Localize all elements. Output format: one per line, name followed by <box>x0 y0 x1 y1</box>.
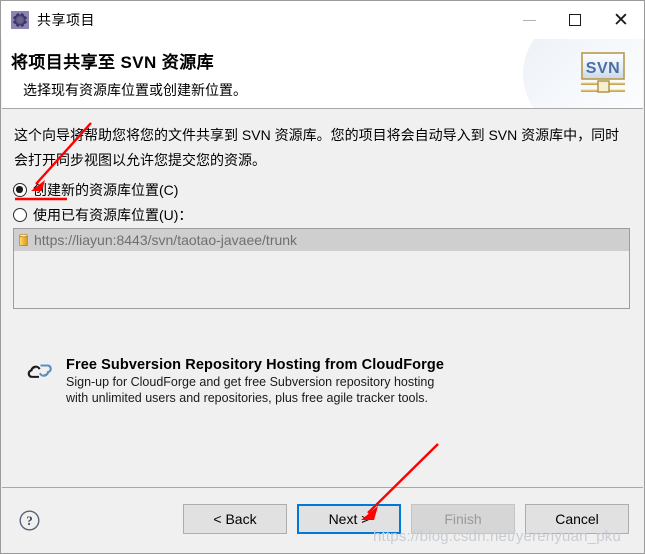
cloudforge-desc-line1: Sign-up for CloudForge and get free Subv… <box>66 375 435 389</box>
radio-create-new-location[interactable]: 创建新的资源库位置(C) <box>13 180 178 200</box>
repository-list[interactable]: https://liayun:8443/svn/taotao-javaee/tr… <box>13 228 630 309</box>
cloud-icon <box>27 364 52 378</box>
page-subtitle: 选择现有资源库位置或创建新位置。 <box>23 82 247 98</box>
dialog-header: 将项目共享至 SVN 资源库 选择现有资源库位置或创建新位置。 SVN <box>2 39 643 109</box>
maximize-button[interactable] <box>552 1 598 39</box>
help-icon[interactable]: ? <box>19 510 40 531</box>
cloudforge-text: Free Subversion Repository Hosting from … <box>66 357 444 406</box>
radio-button-icon-selected <box>13 183 27 197</box>
repository-url: https://liayun:8443/svn/taotao-javaee/tr… <box>34 232 298 248</box>
list-item[interactable]: https://liayun:8443/svn/taotao-javaee/tr… <box>14 229 629 251</box>
watermark-text: https://blog.csdn.net/yerenyuan_pku <box>373 528 621 545</box>
database-icon <box>19 233 28 246</box>
radio-use-existing-location[interactable]: 使用已有资源库位置(U)： <box>13 205 192 225</box>
minimize-button[interactable] <box>506 1 552 39</box>
minimize-icon <box>522 19 536 21</box>
svg-text:SVN: SVN <box>586 60 620 77</box>
close-icon: ✕ <box>613 8 629 31</box>
radio-button-icon-unselected <box>13 208 27 222</box>
close-button[interactable]: ✕ <box>598 1 644 39</box>
page-title: 将项目共享至 SVN 资源库 <box>11 53 215 72</box>
cloudforge-desc-line2: with unlimited users and repositories, p… <box>66 391 428 405</box>
svg-text:?: ? <box>26 513 33 528</box>
share-project-dialog: 共享项目 ✕ 将项目共享至 SVN 资源库 选择现有资源库位置或创建新位置。 S… <box>0 0 645 554</box>
title-bar: 共享项目 ✕ <box>1 1 644 39</box>
window-controls: ✕ <box>506 1 644 39</box>
cloudforge-promo[interactable]: Free Subversion Repository Hosting from … <box>24 357 444 406</box>
radio-use-existing-location-label: 使用已有资源库位置(U)： <box>33 207 193 223</box>
cloudforge-title: Free Subversion Repository Hosting from … <box>66 357 445 373</box>
svn-logo-icon: SVN <box>581 52 625 93</box>
radio-create-new-location-label: 创建新的资源库位置(C) <box>33 182 179 198</box>
intro-text: 这个向导将帮助您将您的文件共享到 SVN 资源库。您的项目将会自动导入到 SVN… <box>14 127 620 168</box>
back-button[interactable]: < Back <box>183 504 287 534</box>
maximize-icon <box>569 14 581 26</box>
dialog-body: 这个向导将帮助您将您的文件共享到 SVN 资源库。您的项目将会自动导入到 SVN… <box>2 109 643 487</box>
window-title: 共享项目 <box>37 12 95 28</box>
gear-icon <box>11 11 29 29</box>
